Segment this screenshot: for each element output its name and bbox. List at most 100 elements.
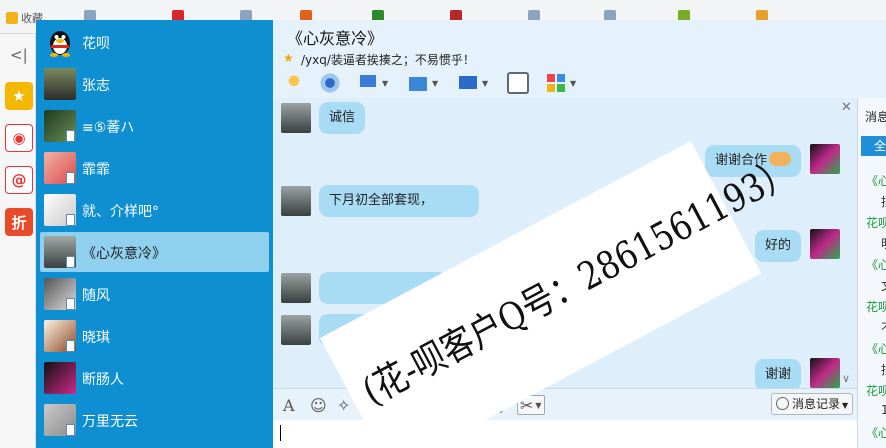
history-sender: 《心 xyxy=(866,174,886,188)
message-history-button[interactable]: 消息记录 ▼ xyxy=(771,393,853,415)
mail-at-icon[interactable]: @ xyxy=(5,166,33,194)
contact-name: 《心灰意冷》 xyxy=(82,246,166,262)
weibo-icon[interactable]: ◉ xyxy=(5,124,33,152)
avatar xyxy=(281,273,311,303)
contact-item[interactable]: 霏霏 xyxy=(40,148,269,188)
message-bubble[interactable]: 诚信 xyxy=(319,102,366,134)
message-input[interactable] xyxy=(273,420,857,448)
video-call-button[interactable] xyxy=(319,71,341,95)
history-sender: 《心 xyxy=(866,426,886,440)
history-sender: 《心 xyxy=(866,342,886,356)
browser-side-nav: <| ★ ◉ @ 折 xyxy=(0,34,36,448)
send-file-button[interactable]: ▼ xyxy=(407,71,438,95)
contact-item[interactable]: 随风 xyxy=(40,274,269,314)
message-bubble[interactable]: 下月初全部套现， xyxy=(319,185,479,217)
qq-penguin-icon xyxy=(44,26,76,58)
remote-desktop-icon xyxy=(457,72,479,94)
screen-share-button[interactable]: ▼ xyxy=(357,71,388,95)
contact-item[interactable]: 花呗 xyxy=(40,22,269,62)
history-sender: 花呗 xyxy=(866,216,886,230)
history-text: 不 xyxy=(881,319,886,336)
remote-desktop-button[interactable]: ▼ xyxy=(457,71,488,95)
font-button[interactable]: A xyxy=(283,395,295,415)
mobile-device-icon xyxy=(66,424,75,436)
clock-icon xyxy=(776,397,789,410)
mobile-device-icon xyxy=(66,256,75,268)
chevron-down-icon: ▼ xyxy=(382,78,389,88)
contact-name: 随风 xyxy=(82,288,110,304)
contact-item[interactable]: 万里无云 xyxy=(40,400,269,440)
contact-item[interactable]: 断肠人 xyxy=(40,358,269,398)
star-icon[interactable]: ★ xyxy=(5,82,33,110)
mobile-device-icon xyxy=(66,214,75,226)
mobile-device-icon xyxy=(66,298,75,310)
font-icon: A xyxy=(283,395,295,415)
chevron-down-icon: ▼ xyxy=(482,78,489,88)
nudge-button[interactable]: ✧ xyxy=(337,395,350,415)
contact-item[interactable]: 就、介样吧° xyxy=(40,190,269,230)
mobile-device-icon xyxy=(66,130,75,142)
chevron-down-icon: ▼ xyxy=(842,401,849,410)
chevron-down-icon: ▼ xyxy=(570,78,577,88)
chevron-down-icon: ▼ xyxy=(535,400,542,410)
emoji-button[interactable]: ☺ xyxy=(310,395,327,415)
chevron-down-icon[interactable]: ∨ xyxy=(842,372,850,385)
voice-call-button[interactable] xyxy=(283,71,305,95)
history-text: 文 xyxy=(881,277,886,294)
contact-name: ≡⑤萫ハ xyxy=(82,120,135,136)
smiley-icon: ☺ xyxy=(310,395,327,415)
contact-item[interactable]: 晓琪 xyxy=(40,316,269,356)
avatar xyxy=(281,103,311,133)
close-panel-icon[interactable]: ✕ xyxy=(841,100,852,115)
discount-icon[interactable]: 折 xyxy=(5,208,33,236)
history-sender: 花呗 xyxy=(866,384,886,398)
message-bubble[interactable]: 谢谢 xyxy=(755,359,802,388)
mobile-device-icon xyxy=(66,340,75,352)
message-history-panel: 消息 全 《心 抵 花呗 明 《心 文 花呗 不 《心 抵 花呗 1 《心 xyxy=(857,98,886,448)
contact-list: 花呗 张志 ≡⑤萫ハ 霏霏 就、介样吧° 《心灰意冷》 随风 晓琪 断肠人 万里… xyxy=(36,20,273,448)
history-sender: 《心 xyxy=(866,258,886,272)
contact-name: 晓琪 xyxy=(82,330,110,346)
avatar xyxy=(810,358,840,388)
apps-grid-icon xyxy=(545,72,567,94)
star-icon: ★ xyxy=(283,51,294,65)
avatar xyxy=(44,68,76,100)
avatar xyxy=(810,229,840,259)
history-text: 明 xyxy=(881,235,886,252)
avatar xyxy=(281,315,311,345)
chat-add-icon xyxy=(507,72,529,94)
nudge-icon: ✧ xyxy=(337,395,351,415)
back-arrow-icon[interactable]: <| xyxy=(10,46,28,64)
history-text: 抵 xyxy=(881,193,886,210)
history-text: 抵 xyxy=(881,361,886,378)
tab-all[interactable]: 全 xyxy=(861,136,886,156)
mobile-device-icon xyxy=(66,172,75,184)
contact-name: 断肠人 xyxy=(82,372,124,388)
apps-button[interactable]: ▼ xyxy=(545,71,576,95)
contact-signature: /yxq/装逼者挨揍之；不易惯乎！ xyxy=(301,53,475,67)
text-caret xyxy=(280,425,281,441)
microphone-icon xyxy=(283,72,305,94)
avatar xyxy=(810,144,840,174)
new-discussion-button[interactable] xyxy=(507,71,529,95)
contact-item[interactable]: ≡⑤萫ハ xyxy=(40,106,269,146)
contact-name: 张志 xyxy=(82,78,110,94)
screen-share-icon xyxy=(357,72,379,94)
panel-title: 消息 xyxy=(865,110,886,124)
avatar xyxy=(44,362,76,394)
webcam-icon xyxy=(319,72,341,94)
chat-header: 《心灰意冷》 ★ /yxq/装逼者挨揍之；不易惯乎！ ▼ ▼ ▼ ▼ xyxy=(273,20,886,98)
history-text: 1 xyxy=(881,403,886,417)
contact-name: 霏霏 xyxy=(82,162,110,178)
contact-name: 万里无云 xyxy=(82,414,138,430)
contact-item[interactable]: 张志 xyxy=(40,64,269,104)
message-bubble[interactable]: 好的 xyxy=(755,230,802,262)
history-sender: 花呗 xyxy=(866,300,886,314)
folder-arrow-icon xyxy=(407,72,429,94)
chat-title: 《心灰意冷》 xyxy=(287,29,384,48)
contact-name: 就、介样吧° xyxy=(82,204,159,220)
avatar xyxy=(281,186,311,216)
contact-name: 花呗 xyxy=(82,36,110,52)
chevron-down-icon: ▼ xyxy=(432,78,439,88)
contact-item-active[interactable]: 《心灰意冷》 xyxy=(40,232,269,272)
